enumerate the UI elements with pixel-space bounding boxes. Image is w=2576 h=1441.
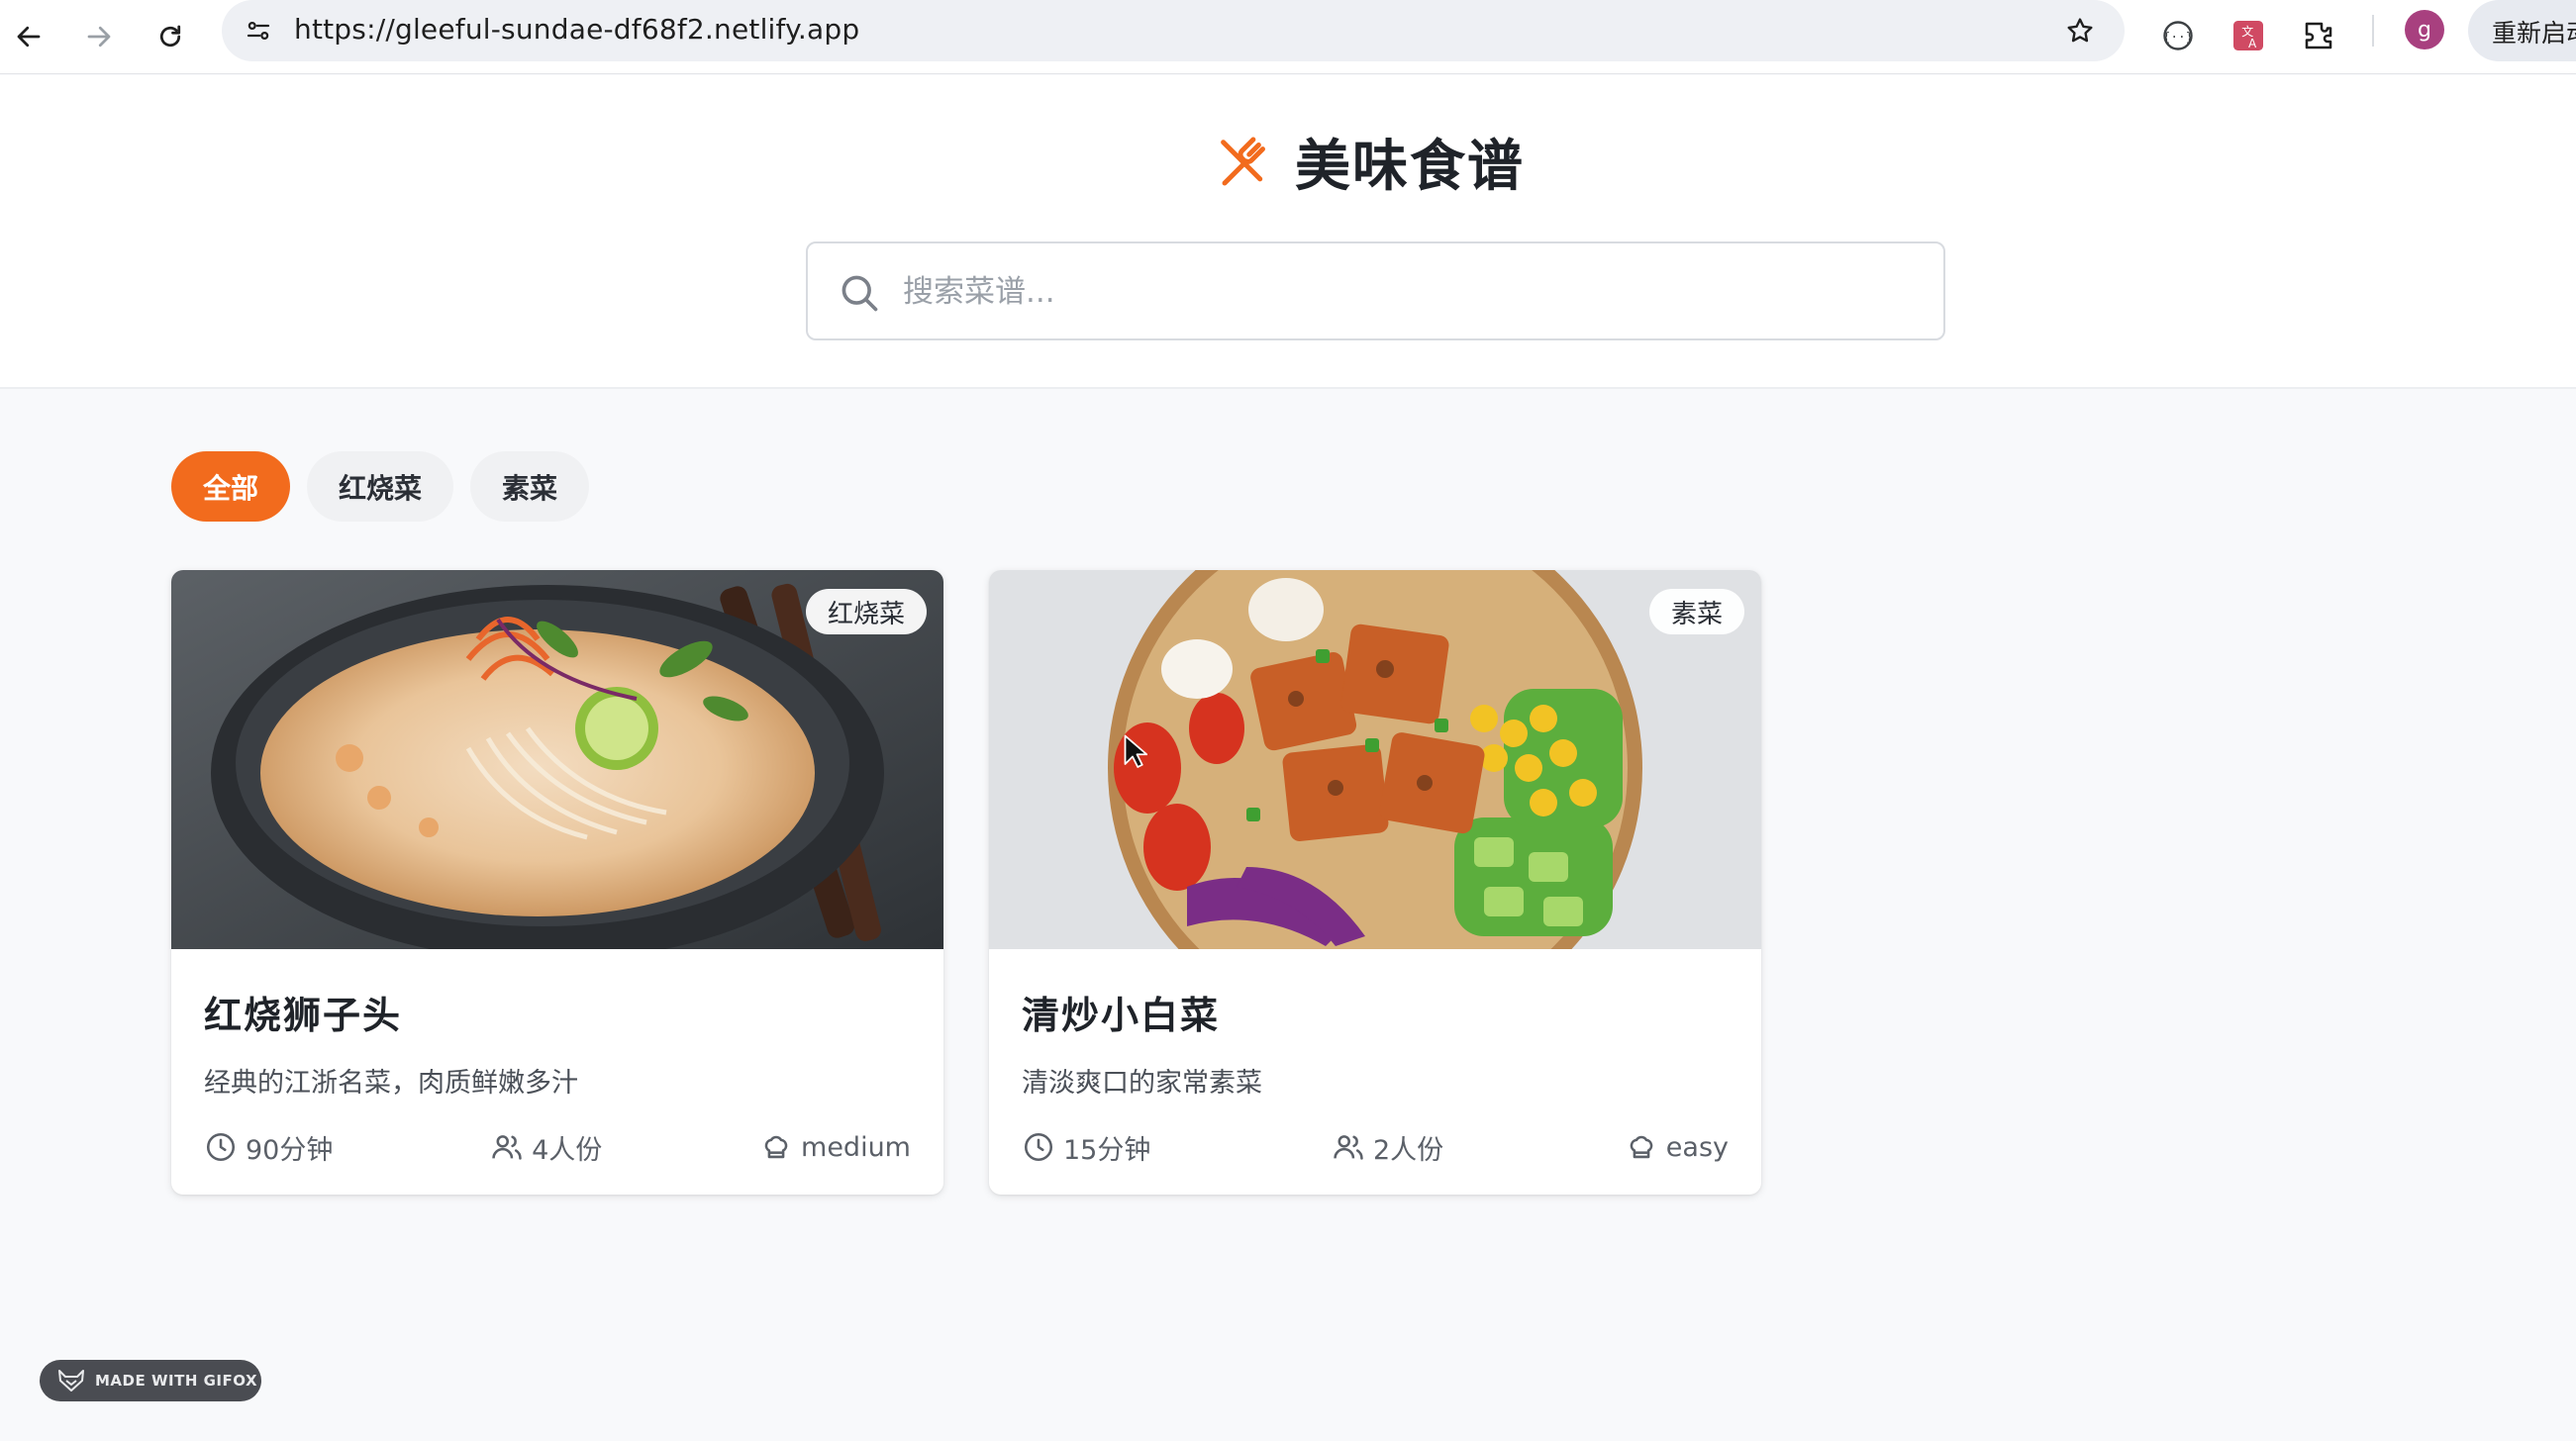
extension-code-icon[interactable]: {··} [2150, 8, 2206, 63]
extensions-puzzle-icon[interactable] [2291, 8, 2346, 63]
svg-text:A: A [2248, 37, 2257, 50]
difficulty-text: easy [1665, 1131, 1729, 1163]
toolbar-divider [2372, 15, 2374, 47]
recipe-meta: 15分钟 2人份 easy [1022, 1127, 1729, 1167]
servings: 2人份 [1332, 1128, 1443, 1167]
url-text[interactable]: https://gleeful-sundae-df68f2.netlify.ap… [294, 13, 859, 46]
translate-extension-icon[interactable]: 文A [2221, 8, 2276, 63]
recipe-title[interactable]: 清炒小白菜 [1022, 985, 1729, 1039]
site-header: 美味食谱 [0, 75, 2576, 389]
difficulty: easy [1625, 1130, 1729, 1164]
bookmark-star-icon[interactable] [2059, 10, 2101, 51]
servings: 4人份 [490, 1128, 602, 1167]
gifox-badge: MADE WITH GIFOX [40, 1360, 261, 1401]
restart-button[interactable]: 重新启动 [2468, 0, 2576, 61]
mouse-cursor-icon [1124, 734, 1147, 768]
brand-title: 美味食谱 [1295, 134, 1525, 199]
chef-hat-icon [764, 1135, 788, 1159]
address-bar[interactable]: https://gleeful-sundae-df68f2.netlify.ap… [222, 0, 2125, 61]
gifox-badge-text: MADE WITH GIFOX [95, 1372, 258, 1390]
recipe-image-tofu-salad [989, 570, 1761, 949]
cook-time-text: 90分钟 [246, 1134, 334, 1166]
difficulty: medium [759, 1130, 911, 1164]
clock-icon [1024, 1132, 1053, 1162]
recipe-card[interactable]: 红烧菜 红烧狮子头 经典的江浙名菜，肉质鲜嫩多汁 90分钟 4人份 medium [171, 570, 943, 1195]
cook-time: 90分钟 [204, 1128, 333, 1167]
search-input[interactable] [903, 265, 1913, 319]
category-filters: 全部 红烧菜 素菜 [171, 451, 590, 522]
back-icon[interactable] [0, 8, 57, 65]
filter-vegetarian[interactable]: 素菜 [470, 451, 590, 522]
recipe-meta: 90分钟 4人份 medium [204, 1127, 911, 1167]
filter-braised[interactable]: 红烧菜 [307, 451, 454, 522]
category-tag: 红烧菜 [805, 589, 927, 634]
forward-icon[interactable] [70, 8, 128, 65]
servings-text: 4人份 [532, 1134, 603, 1166]
users-icon [1334, 1135, 1363, 1160]
brand[interactable]: 美味食谱 [1214, 127, 1525, 199]
browser-toolbar: https://gleeful-sundae-df68f2.netlify.ap… [0, 0, 2576, 74]
search-box[interactable] [806, 241, 1945, 340]
servings-text: 2人份 [1372, 1134, 1444, 1166]
users-icon [492, 1135, 522, 1160]
recipe-description: 经典的江浙名菜，肉质鲜嫩多汁 [204, 1068, 578, 1099]
chef-hat-icon [1630, 1135, 1653, 1159]
site-settings-icon[interactable] [238, 10, 279, 51]
fox-logo-icon [58, 1370, 84, 1392]
search-icon [842, 275, 878, 312]
filter-all[interactable]: 全部 [171, 451, 291, 522]
utensils-crossed-icon [1221, 137, 1265, 186]
profile-avatar[interactable]: g [2405, 10, 2444, 49]
clock-icon [206, 1132, 236, 1162]
recipe-card[interactable]: 素菜 清炒小白菜 清淡爽口的家常素菜 15分钟 2人份 easy [989, 570, 1761, 1195]
svg-text:{··}: {··} [2163, 30, 2194, 45]
cook-time-text: 15分钟 [1063, 1134, 1151, 1166]
category-tag: 素菜 [1648, 589, 1744, 634]
recipe-description: 清淡爽口的家常素菜 [1022, 1068, 1262, 1099]
cook-time: 15分钟 [1022, 1128, 1150, 1167]
reload-icon[interactable] [142, 8, 199, 65]
difficulty-text: medium [801, 1131, 911, 1163]
recipe-title[interactable]: 红烧狮子头 [204, 985, 911, 1039]
